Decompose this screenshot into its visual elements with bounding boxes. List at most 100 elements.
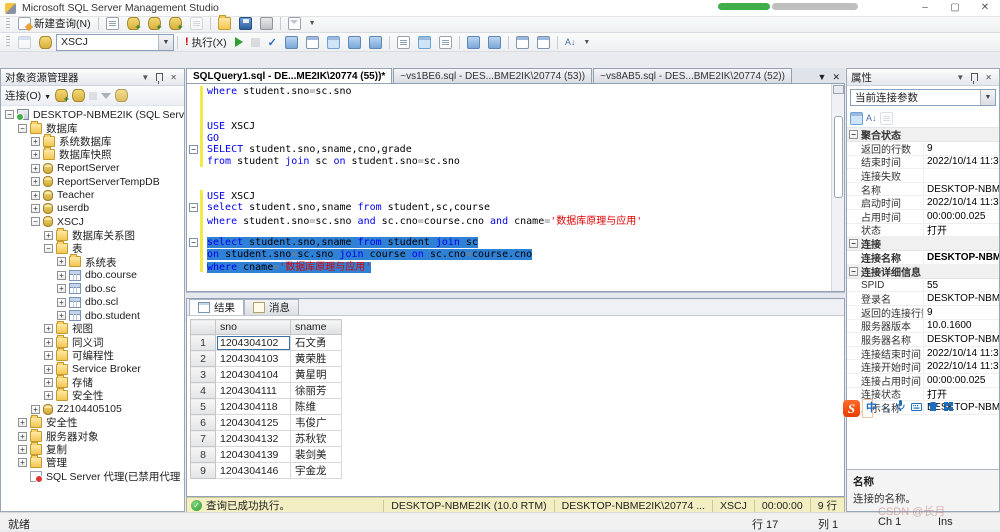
results-to-grid-button[interactable]: [414, 35, 435, 50]
include-actual-plan-button[interactable]: [344, 35, 365, 50]
client-statistics-button[interactable]: [365, 35, 386, 50]
active-files-icon[interactable]: ▼: [818, 72, 827, 83]
collapse-icon[interactable]: −: [189, 238, 198, 247]
query-designer-button[interactable]: [302, 35, 323, 50]
new-xmla-query-button[interactable]: [165, 16, 186, 31]
property-row[interactable]: 状态打开: [847, 224, 999, 238]
code-line-14[interactable]: −select student.sno,sname from student j…: [187, 237, 832, 249]
results-to-file-button[interactable]: [435, 35, 456, 50]
property-row[interactable]: 连接名称DESKTOP-NBME2IK: [847, 251, 999, 265]
cell[interactable]: 宇金龙: [291, 463, 342, 479]
collapse-icon[interactable]: −: [18, 124, 27, 133]
window-menu-icon[interactable]: ▼: [138, 73, 152, 82]
tab-results[interactable]: 结果: [189, 299, 244, 315]
close-document-icon[interactable]: ✕: [832, 72, 840, 83]
expand-icon[interactable]: +: [18, 445, 27, 454]
tree-item--[interactable]: +可编程性: [1, 349, 184, 362]
cell[interactable]: 裴剑美: [291, 447, 342, 463]
column-header-sname[interactable]: sname: [291, 320, 342, 335]
parse-button[interactable]: ✓: [264, 35, 281, 50]
stop-button[interactable]: [247, 37, 264, 48]
cell[interactable]: 1204304102: [216, 335, 291, 351]
document-tab-1[interactable]: ~vs1BE6.sql - DES...BME2IK\20774 (53)): [393, 68, 592, 83]
tree-item-dbo-scl[interactable]: +dbo.scl: [1, 295, 184, 308]
name-anchors-button[interactable]: A↓: [561, 35, 580, 50]
new-de-query-button[interactable]: [102, 16, 123, 31]
code-line-4[interactable]: USE XSCJ: [187, 121, 832, 133]
code-line-1[interactable]: where student.sno=sc.sno: [187, 86, 832, 98]
tree-item--[interactable]: +数据库快照: [1, 148, 184, 161]
cell[interactable]: 1204304146: [216, 463, 291, 479]
execute-button[interactable]: ! 执行(X): [181, 34, 231, 51]
expand-icon[interactable]: +: [31, 150, 40, 159]
connect-editor-button[interactable]: [14, 35, 35, 50]
expand-icon[interactable]: +: [57, 257, 66, 266]
expand-icon[interactable]: +: [44, 324, 53, 333]
toolbox-icon[interactable]: [944, 401, 953, 416]
code-line-16[interactable]: where cname='数据库原理与应用': [187, 260, 832, 272]
tree-item--[interactable]: +管理: [1, 456, 184, 469]
tree-item--[interactable]: +安全性: [1, 389, 184, 402]
column-header-sno[interactable]: sno: [216, 320, 291, 335]
copy-button[interactable]: [186, 16, 207, 31]
collapse-icon[interactable]: −: [44, 244, 53, 253]
row-header[interactable]: 9: [191, 463, 216, 479]
open-file-button[interactable]: [214, 16, 235, 31]
tree-item-reportservertempdb[interactable]: +ReportServerTempDB: [1, 175, 184, 188]
expand-icon[interactable]: +: [31, 177, 40, 186]
cell[interactable]: 1204304111: [216, 383, 291, 399]
collapse-icon[interactable]: −: [189, 145, 198, 154]
tree-item-dbo-course[interactable]: +dbo.course: [1, 269, 184, 282]
print-button[interactable]: [256, 16, 277, 31]
close-panel-icon[interactable]: ✕: [167, 73, 180, 82]
sql-code[interactable]: where student.sno=sc.sno USE XSCJGO−SELE…: [187, 86, 832, 272]
save-button[interactable]: [235, 16, 256, 31]
tree-item--[interactable]: +数据库关系图: [1, 229, 184, 242]
tree-item--[interactable]: −表: [1, 242, 184, 255]
cell[interactable]: 1204304125: [216, 415, 291, 431]
uncomment-button[interactable]: [484, 35, 505, 50]
microphone-icon[interactable]: [896, 400, 905, 416]
code-line-2[interactable]: [187, 98, 832, 110]
skin-icon[interactable]: [928, 401, 938, 416]
close-button[interactable]: ✕: [970, 0, 1000, 15]
pin-icon[interactable]: [971, 73, 978, 81]
row-header[interactable]: 8: [191, 447, 216, 463]
row-header[interactable]: 5: [191, 399, 216, 415]
splitter-handle[interactable]: [833, 85, 844, 94]
code-line-8[interactable]: [187, 167, 832, 179]
expand-icon[interactable]: +: [31, 405, 40, 414]
categorized-icon[interactable]: [850, 112, 863, 125]
punctuation-icon[interactable]: ·,: [883, 401, 890, 416]
cell[interactable]: 1204304118: [216, 399, 291, 415]
expand-icon[interactable]: +: [31, 191, 40, 200]
cell[interactable]: 1204304104: [216, 367, 291, 383]
results-grid[interactable]: snosname11204304102石文勇21204304103黄荣胜3120…: [190, 319, 342, 479]
tree-item--[interactable]: +视图: [1, 322, 184, 335]
row-header[interactable]: 3: [191, 367, 216, 383]
expand-icon[interactable]: +: [18, 418, 27, 427]
decrease-indent-button[interactable]: [512, 35, 533, 50]
increase-indent-button[interactable]: [533, 35, 554, 50]
scrollbar-thumb[interactable]: [834, 116, 843, 198]
code-line-5[interactable]: GO: [187, 132, 832, 144]
tree-item-userdb[interactable]: +userdb: [1, 202, 184, 215]
expand-icon[interactable]: +: [18, 458, 27, 467]
code-line-13[interactable]: [187, 225, 832, 237]
expand-icon[interactable]: +: [44, 365, 53, 374]
activity-monitor-button[interactable]: [284, 16, 305, 31]
filter-icon[interactable]: [101, 93, 111, 99]
expand-icon[interactable]: +: [44, 391, 53, 400]
close-panel-icon[interactable]: ✕: [982, 73, 995, 82]
editor-vertical-scrollbar[interactable]: [831, 84, 844, 291]
toolbar-grip[interactable]: [6, 36, 10, 48]
tree-item-z2104405105[interactable]: +Z2104405105: [1, 403, 184, 416]
chinese-mode-icon[interactable]: 中: [866, 401, 877, 416]
delete-object-icon[interactable]: [115, 89, 128, 102]
expand-icon[interactable]: +: [31, 164, 40, 173]
row-header[interactable]: 7: [191, 431, 216, 447]
toolbar-overflow-button[interactable]: ▼: [305, 16, 320, 31]
properties-object-combobox[interactable]: 当前连接参数 ▼: [850, 89, 996, 106]
tree-item--[interactable]: −数据库: [1, 121, 184, 134]
expand-icon[interactable]: +: [18, 432, 27, 441]
